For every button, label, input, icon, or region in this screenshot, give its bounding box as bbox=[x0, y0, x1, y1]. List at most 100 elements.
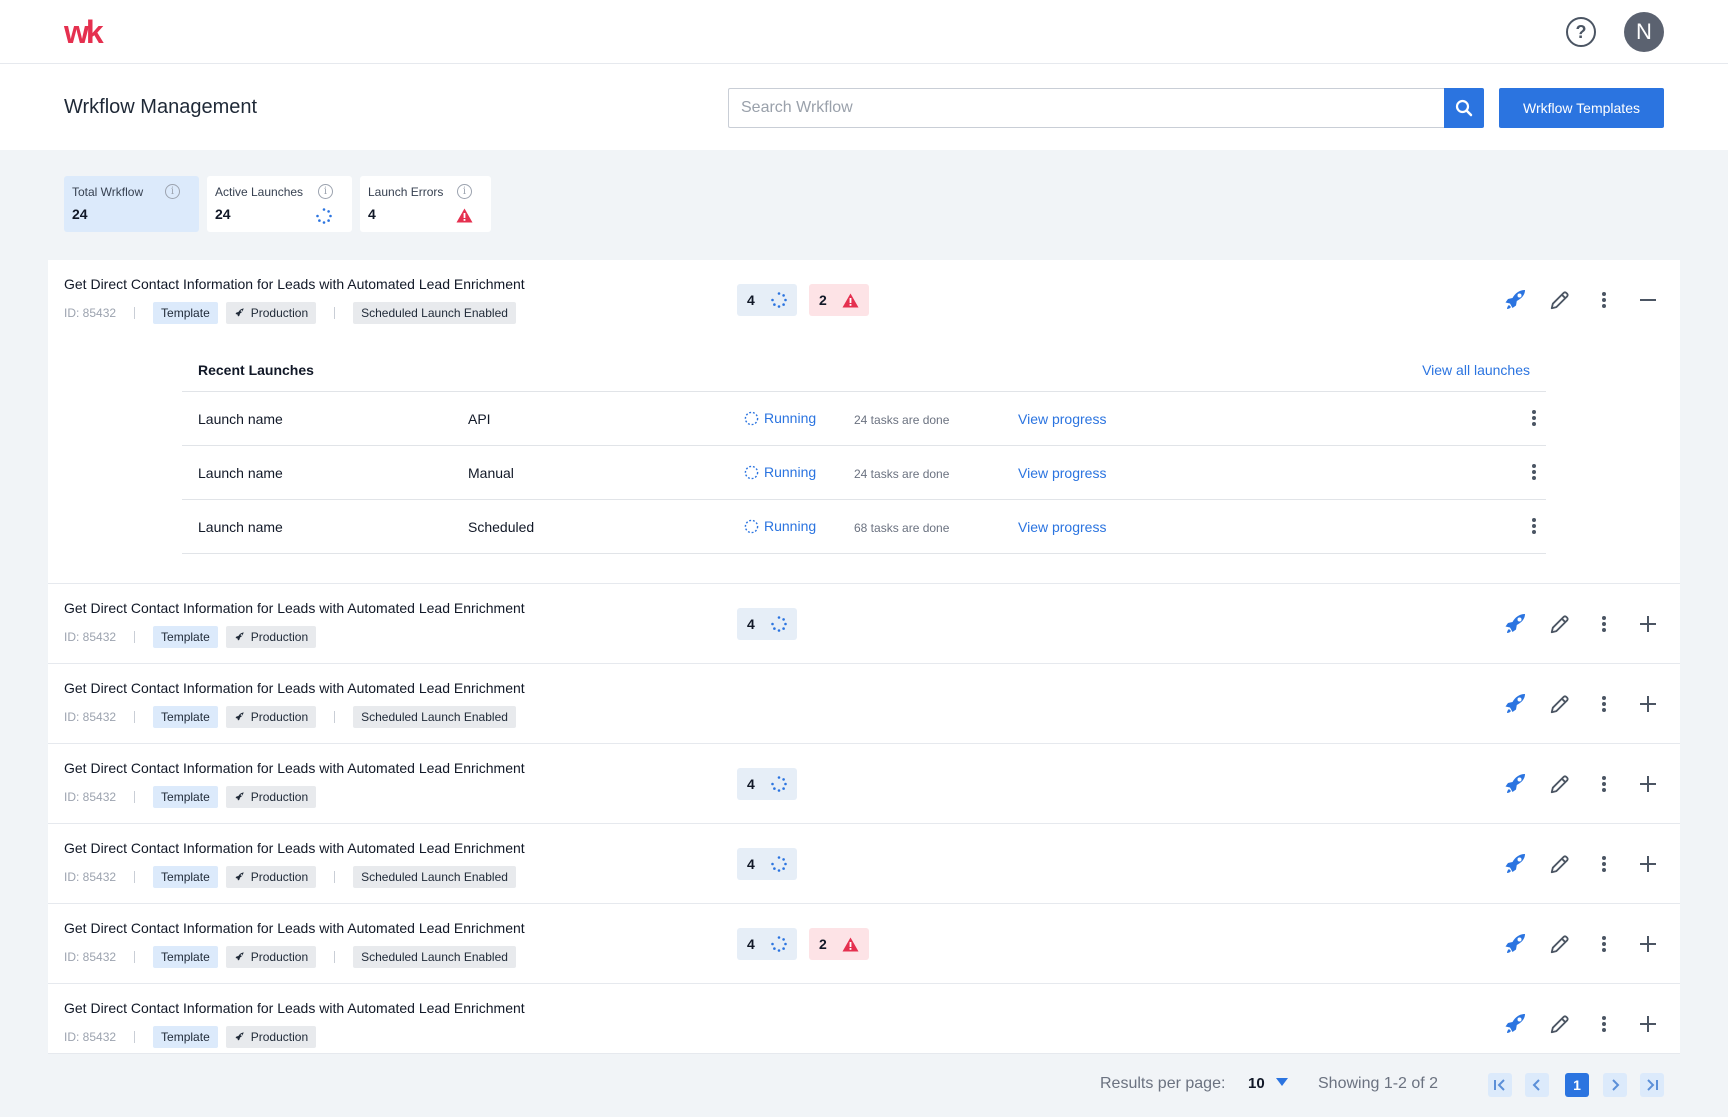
workflow-title[interactable]: Get Direct Contact Information for Leads… bbox=[64, 760, 525, 776]
edit-button[interactable] bbox=[1544, 608, 1576, 640]
caret-down-icon[interactable] bbox=[1276, 1078, 1288, 1086]
workflow-meta: ID: 85432 Template Production Scheduled Lau… bbox=[64, 946, 524, 968]
tag-template: Template bbox=[153, 302, 218, 324]
running-count: 4 bbox=[747, 292, 755, 308]
running-count-badge[interactable]: 4 bbox=[737, 608, 797, 640]
workflow-row[interactable]: Get Direct Contact Information for Leads… bbox=[48, 984, 1680, 1054]
recent-launches-title: Recent Launches bbox=[198, 362, 314, 378]
workflow-row[interactable]: Get Direct Contact Information for Leads… bbox=[48, 904, 1680, 984]
tag-production: Production bbox=[225, 706, 317, 728]
first-page-button[interactable] bbox=[1488, 1073, 1512, 1097]
workflow-title[interactable]: Get Direct Contact Information for Leads… bbox=[64, 276, 525, 292]
tag-production: Production bbox=[225, 946, 317, 968]
expand-button[interactable] bbox=[1632, 1008, 1664, 1040]
expand-button[interactable] bbox=[1632, 608, 1664, 640]
more-button[interactable] bbox=[1588, 848, 1620, 880]
workflow-title[interactable]: Get Direct Contact Information for Leads… bbox=[64, 600, 525, 616]
running-count-badge[interactable]: 4 bbox=[737, 928, 797, 960]
launch-more-button[interactable] bbox=[1522, 514, 1546, 538]
view-progress-link[interactable]: View progress bbox=[1018, 411, 1106, 427]
more-button[interactable] bbox=[1588, 768, 1620, 800]
edit-button[interactable] bbox=[1544, 688, 1576, 720]
launch-button[interactable] bbox=[1500, 608, 1532, 640]
error-count-badge[interactable]: 2 bbox=[809, 928, 869, 960]
launch-button[interactable] bbox=[1500, 688, 1532, 720]
expand-button[interactable] bbox=[1632, 848, 1664, 880]
prev-page-button[interactable] bbox=[1525, 1073, 1549, 1097]
launch-button[interactable] bbox=[1500, 284, 1532, 316]
running-count: 4 bbox=[747, 776, 755, 792]
next-page-button[interactable] bbox=[1603, 1073, 1627, 1097]
more-button[interactable] bbox=[1588, 688, 1620, 720]
workflow-row[interactable]: Get Direct Contact Information for Leads… bbox=[48, 744, 1680, 824]
workflow-title[interactable]: Get Direct Contact Information for Leads… bbox=[64, 1000, 525, 1016]
more-button[interactable] bbox=[1588, 284, 1620, 316]
more-button[interactable] bbox=[1588, 608, 1620, 640]
showing-count: Showing 1-2 of 2 bbox=[1318, 1075, 1439, 1092]
error-count: 2 bbox=[819, 936, 827, 952]
stat-card-active-launches[interactable]: Active Launches 24 i bbox=[207, 176, 352, 232]
launch-button[interactable] bbox=[1500, 768, 1532, 800]
expand-button[interactable] bbox=[1632, 928, 1664, 960]
help-icon[interactable]: ? bbox=[1566, 17, 1596, 47]
stat-value: 24 bbox=[72, 206, 88, 222]
last-page-button[interactable] bbox=[1640, 1073, 1664, 1097]
launch-button[interactable] bbox=[1500, 1008, 1532, 1040]
running-count-badge[interactable]: 4 bbox=[737, 768, 797, 800]
wrkflow-templates-button[interactable]: Wrkflow Templates bbox=[1499, 88, 1664, 128]
workflow-row[interactable]: Get Direct Contact Information for Leads… bbox=[48, 664, 1680, 744]
spinner-icon bbox=[771, 292, 787, 308]
per-page-select[interactable]: 10 bbox=[1248, 1075, 1265, 1092]
launch-button[interactable] bbox=[1500, 928, 1532, 960]
info-icon[interactable]: i bbox=[165, 184, 180, 199]
error-count: 2 bbox=[819, 292, 827, 308]
edit-button[interactable] bbox=[1544, 928, 1576, 960]
stat-card-launch-errors[interactable]: Launch Errors 4 i bbox=[360, 176, 491, 232]
stat-card-total[interactable]: Total Wrkflow 24 i bbox=[64, 176, 199, 232]
workflow-row[interactable]: Get Direct Contact Information for Leads… bbox=[48, 260, 1680, 584]
launch-type: Manual bbox=[468, 465, 514, 481]
workflow-title[interactable]: Get Direct Contact Information for Leads… bbox=[64, 840, 525, 856]
launch-more-button[interactable] bbox=[1522, 460, 1546, 484]
page-button-current[interactable]: 1 bbox=[1565, 1073, 1589, 1097]
search-button[interactable] bbox=[1444, 88, 1484, 128]
collapse-button[interactable] bbox=[1632, 284, 1664, 316]
search-input[interactable] bbox=[728, 88, 1444, 128]
tag-production: Production bbox=[225, 1026, 317, 1048]
view-progress-link[interactable]: View progress bbox=[1018, 465, 1106, 481]
more-vertical-icon bbox=[1602, 936, 1606, 952]
tag-production-label: Production bbox=[250, 630, 309, 644]
avatar[interactable]: N bbox=[1624, 12, 1664, 52]
more-button[interactable] bbox=[1588, 1008, 1620, 1040]
launch-more-button[interactable] bbox=[1522, 406, 1546, 430]
edit-button[interactable] bbox=[1544, 848, 1576, 880]
rocket-icon bbox=[1505, 694, 1525, 713]
edit-button[interactable] bbox=[1544, 768, 1576, 800]
workflow-title[interactable]: Get Direct Contact Information for Leads… bbox=[64, 920, 525, 936]
expand-button[interactable] bbox=[1632, 768, 1664, 800]
workflow-row[interactable]: Get Direct Contact Information for Leads… bbox=[48, 584, 1680, 664]
workflow-id: ID: 85432 bbox=[64, 950, 117, 964]
workflow-title[interactable]: Get Direct Contact Information for Leads… bbox=[64, 680, 525, 696]
running-count-badge[interactable]: 4 bbox=[737, 284, 797, 316]
running-count-badge[interactable]: 4 bbox=[737, 848, 797, 880]
workflow-row[interactable]: Get Direct Contact Information for Leads… bbox=[48, 824, 1680, 904]
edit-button[interactable] bbox=[1544, 1008, 1576, 1040]
launch-button[interactable] bbox=[1500, 848, 1532, 880]
view-all-launches-link[interactable]: View all launches bbox=[1422, 362, 1530, 378]
rocket-icon bbox=[235, 632, 244, 641]
info-icon[interactable]: i bbox=[318, 184, 333, 199]
more-button[interactable] bbox=[1588, 928, 1620, 960]
row-actions bbox=[1488, 848, 1664, 880]
expand-button[interactable] bbox=[1632, 688, 1664, 720]
view-progress-link[interactable]: View progress bbox=[1018, 519, 1106, 535]
launch-name: Launch name bbox=[198, 411, 283, 427]
rocket-icon bbox=[1505, 854, 1525, 873]
error-count-badge[interactable]: 2 bbox=[809, 284, 869, 316]
info-icon[interactable]: i bbox=[457, 184, 472, 199]
expand-icon bbox=[1640, 936, 1656, 952]
app-logo[interactable]: wk bbox=[64, 14, 104, 51]
divider bbox=[134, 711, 136, 723]
edit-button[interactable] bbox=[1544, 284, 1576, 316]
running-spinner-icon bbox=[744, 411, 759, 425]
